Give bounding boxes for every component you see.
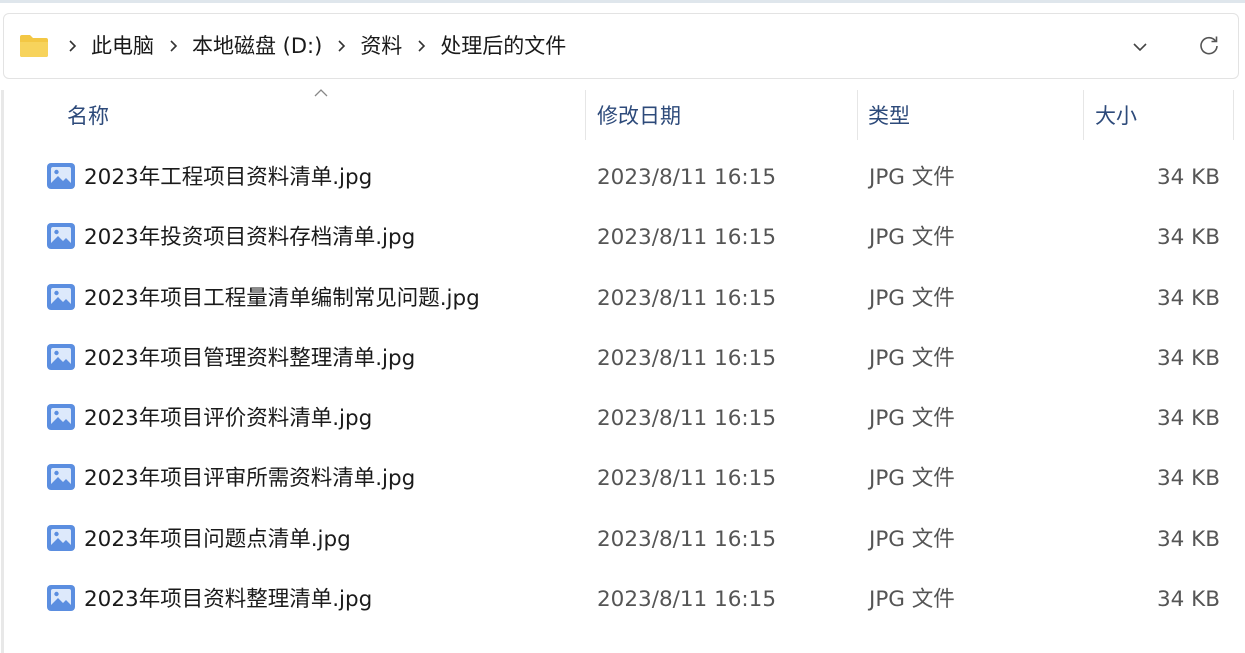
file-type: JPG 文件 [869, 466, 955, 492]
chevron-right-icon [60, 14, 84, 78]
file-modified: 2023/8/11 16:15 [597, 526, 777, 552]
chevron-right-icon[interactable] [409, 14, 433, 78]
file-modified: 2023/8/11 16:15 [597, 285, 777, 311]
file-modified: 2023/8/11 16:15 [597, 165, 777, 190]
image-file-icon [47, 524, 75, 551]
file-type: JPG 文件 [869, 587, 955, 613]
file-size: 34 KB [1156, 345, 1220, 371]
file-modified: 2023/8/11 16:15 [597, 345, 777, 371]
refresh-icon[interactable] [1193, 30, 1225, 62]
chevron-down-icon[interactable] [1125, 32, 1155, 62]
column-header: 名称 修改日期 类型 大小 [0, 89, 1245, 140]
file-size: 34 KB [1156, 285, 1220, 311]
folder-icon [20, 35, 48, 57]
column-divider[interactable] [857, 90, 858, 140]
file-name[interactable]: 2023年投资项目资料存档清单.jpg [84, 208, 415, 268]
file-row[interactable]: 2023年项目评审所需资料清单.jpg 2023/8/11 16:15 JPG … [0, 449, 1245, 509]
image-file-icon [47, 223, 75, 250]
file-name[interactable]: 2023年项目评审所需资料清单.jpg [84, 449, 415, 509]
chevron-right-icon[interactable] [161, 14, 185, 78]
file-size: 34 KB [1156, 406, 1220, 432]
file-row[interactable]: 2023年项目问题点清单.jpg 2023/8/11 16:15 JPG 文件 … [0, 510, 1245, 570]
image-file-icon [47, 343, 75, 370]
column-header-modified[interactable]: 修改日期 [597, 90, 681, 138]
sort-ascending-icon [314, 89, 328, 97]
file-modified: 2023/8/11 16:15 [597, 466, 777, 492]
breadcrumb-materials[interactable]: 资料 [353, 14, 409, 78]
file-name[interactable]: 2023年项目问题点清单.jpg [84, 510, 351, 570]
window-top-strip [0, 0, 1245, 3]
column-header-type[interactable]: 类型 [868, 90, 910, 138]
file-name[interactable]: 2023年项目工程量清单编制常见问题.jpg [84, 269, 480, 329]
breadcrumb-processed-files[interactable]: 处理后的文件 [433, 14, 573, 78]
file-row[interactable]: 2023年项目工程量清单编制常见问题.jpg 2023/8/11 16:15 J… [0, 269, 1245, 329]
image-file-icon [47, 163, 75, 189]
address-bar[interactable]: 此电脑 本地磁盘 (D:) 资料 处理后的文件 [3, 13, 1239, 79]
file-row[interactable]: 2023年项目管理资料整理清单.jpg 2023/8/11 16:15 JPG … [0, 329, 1245, 389]
column-divider[interactable] [585, 90, 586, 140]
chevron-right-icon[interactable] [329, 14, 353, 78]
breadcrumb: 此电脑 本地磁盘 (D:) 资料 处理后的文件 [60, 14, 573, 78]
file-row[interactable]: 2023年工程项目资料清单.jpg 2023/8/11 16:15 JPG 文件… [0, 148, 1245, 208]
file-type: JPG 文件 [869, 225, 955, 251]
file-type: JPG 文件 [869, 165, 955, 190]
file-size: 34 KB [1156, 526, 1220, 552]
file-size: 34 KB [1156, 587, 1220, 613]
breadcrumb-local-disk-d[interactable]: 本地磁盘 (D:) [185, 14, 329, 78]
file-row[interactable]: 2023年项目评价资料清单.jpg 2023/8/11 16:15 JPG 文件… [0, 389, 1245, 449]
column-divider[interactable] [1083, 90, 1084, 140]
file-type: JPG 文件 [869, 285, 955, 311]
file-name[interactable]: 2023年项目管理资料整理清单.jpg [84, 329, 415, 389]
file-type: JPG 文件 [869, 345, 955, 371]
file-size: 34 KB [1156, 466, 1220, 492]
column-divider[interactable] [1233, 90, 1234, 140]
breadcrumb-this-pc[interactable]: 此电脑 [84, 14, 161, 78]
column-header-size[interactable]: 大小 [1095, 90, 1137, 138]
file-modified: 2023/8/11 16:15 [597, 225, 777, 251]
file-size: 34 KB [1156, 225, 1220, 251]
file-size: 34 KB [1156, 165, 1220, 190]
file-modified: 2023/8/11 16:15 [597, 406, 777, 432]
image-file-icon [47, 464, 75, 491]
file-name[interactable]: 2023年工程项目资料清单.jpg [84, 148, 372, 208]
file-name[interactable]: 2023年项目资料整理清单.jpg [84, 570, 372, 630]
file-type: JPG 文件 [869, 406, 955, 432]
file-row[interactable]: 2023年投资项目资料存档清单.jpg 2023/8/11 16:15 JPG … [0, 208, 1245, 268]
image-file-icon [47, 404, 75, 431]
file-type: JPG 文件 [869, 526, 955, 552]
file-modified: 2023/8/11 16:15 [597, 587, 777, 613]
image-file-icon [47, 585, 75, 612]
file-name[interactable]: 2023年项目评价资料清单.jpg [84, 389, 372, 449]
column-header-name[interactable]: 名称 [67, 90, 109, 138]
file-row[interactable]: 2023年项目资料整理清单.jpg 2023/8/11 16:15 JPG 文件… [0, 570, 1245, 630]
image-file-icon [47, 283, 75, 310]
file-list: 2023年工程项目资料清单.jpg 2023/8/11 16:15 JPG 文件… [0, 148, 1245, 630]
